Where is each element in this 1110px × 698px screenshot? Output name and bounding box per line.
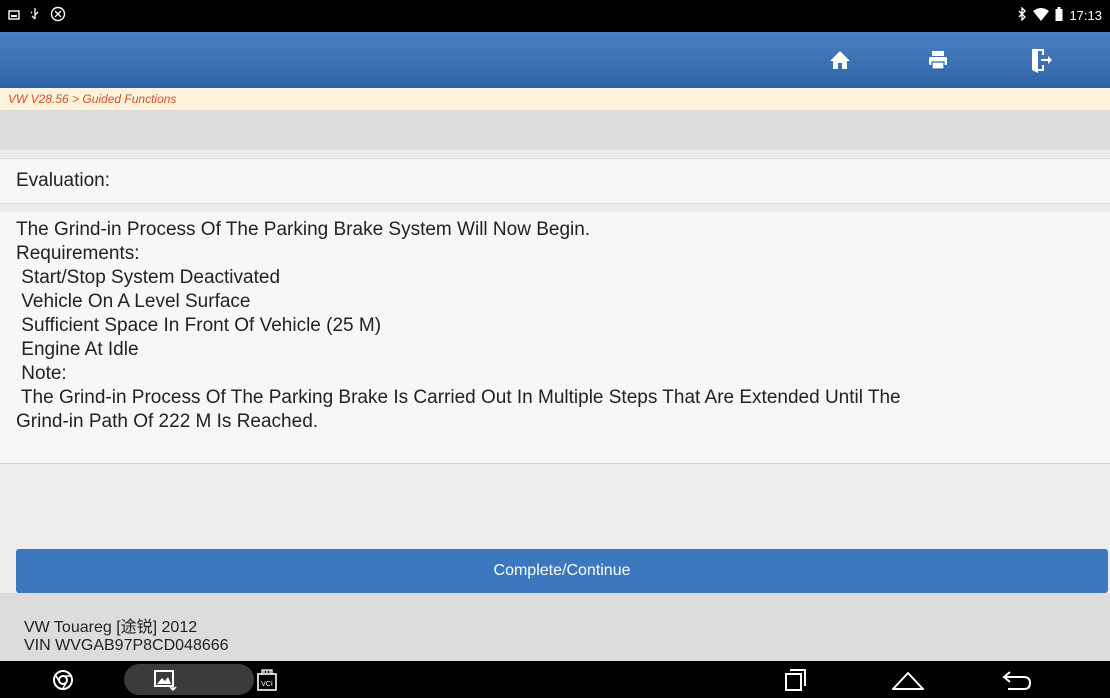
instruction-line: Sufficient Space In Front Of Vehicle (25… [16, 315, 382, 336]
home-icon [830, 51, 850, 69]
evaluation-label: Evaluation: [0, 158, 1110, 204]
home-button[interactable] [820, 40, 860, 80]
vci-button[interactable]: VCI [252, 664, 282, 695]
navigation-bar: VCI [0, 661, 1110, 698]
chrome-icon [53, 669, 73, 690]
instruction-line: The Grind-in Process Of The Parking Brak… [16, 219, 591, 240]
gallery-button[interactable] [150, 664, 180, 695]
breadcrumb: VW V28.56 > Guided Functions [0, 88, 1110, 110]
app-toolbar [0, 32, 1110, 88]
exit-button[interactable] [1020, 40, 1060, 80]
recents-button[interactable] [778, 664, 812, 695]
instruction-line: Note: [16, 363, 67, 384]
vehicle-info: VW Touareg [途锐] 2012 VIN WVGAB97P8CD0486… [0, 593, 1110, 661]
status-time: 17:13 [1069, 8, 1102, 23]
instruction-line: Start/Stop System Deactivated [16, 267, 281, 288]
usb-icon [28, 7, 42, 25]
wifi-icon [1033, 7, 1050, 24]
image-icon [8, 7, 20, 25]
print-icon [929, 51, 947, 70]
header-spacer [0, 110, 1110, 150]
active-app-highlight [124, 664, 254, 695]
instruction-line: The Grind-in Process Of The Parking Brak… [16, 387, 901, 408]
gallery-icon [154, 669, 177, 691]
instruction-line: Grind-in Path Of 222 M Is Reached. [16, 411, 319, 432]
recents-icon [785, 668, 806, 691]
nfc-icon [50, 6, 66, 26]
home-nav-icon [892, 671, 924, 690]
vehicle-vin: VIN WVGAB97P8CD048666 [24, 637, 229, 654]
complete-continue-button[interactable]: Complete/Continue [16, 549, 1108, 593]
instruction-line: Requirements: [16, 243, 140, 264]
vci-icon: VCI [257, 668, 277, 691]
bluetooth-icon [1017, 6, 1027, 24]
instruction-line: Vehicle On A Level Surface [16, 291, 251, 312]
status-bar: 17:13 [0, 0, 1110, 32]
vehicle-model: VW Touareg [途锐] 2012 [24, 619, 198, 636]
print-button[interactable] [918, 40, 958, 80]
battery-icon [1055, 7, 1063, 24]
exit-icon [1032, 49, 1052, 73]
instruction-text: The Grind-in Process Of The Parking Brak… [0, 212, 1110, 464]
back-button[interactable] [996, 664, 1036, 695]
chrome-button[interactable] [48, 664, 78, 695]
vci-label: VCI [261, 681, 273, 688]
home-nav-button[interactable] [888, 664, 928, 695]
instruction-line: Engine At Idle [16, 339, 139, 360]
back-icon [1002, 670, 1032, 690]
